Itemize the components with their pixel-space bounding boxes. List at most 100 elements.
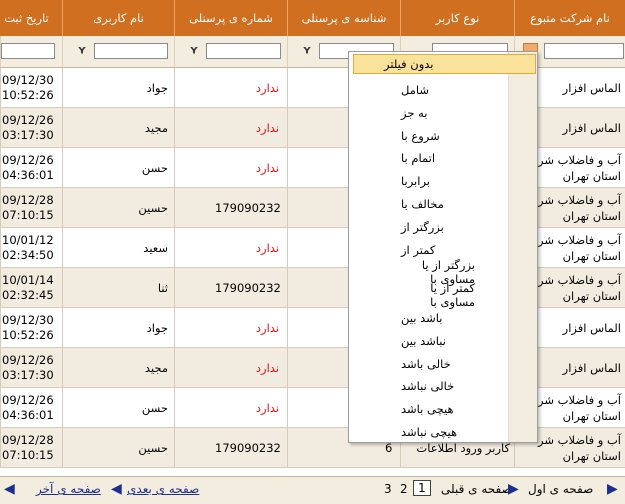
filter-funnel-icon[interactable]: Y bbox=[187, 45, 201, 58]
cell-date: 09/12/28 07:10:15 bbox=[0, 428, 62, 467]
filter-dropdown-menu: بدون فیلتر شامل به جز شروع با اتمام با برابر… bbox=[348, 51, 538, 443]
prev-page-link[interactable]: صفحه ی قبلی bbox=[441, 482, 512, 496]
menu-item[interactable]: بزرگتر از یا مساوی با bbox=[375, 258, 475, 286]
column-header-personnel-id[interactable]: شناسه ی پرسنلی bbox=[287, 0, 400, 36]
cell-date: 10/01/14 02:32:45 bbox=[0, 268, 62, 307]
first-page-link[interactable]: صفحه ی اول bbox=[528, 482, 593, 496]
menu-item-no-filter[interactable]: بدون فیلتر bbox=[353, 54, 536, 74]
cell-date-time: 04:36:01 bbox=[2, 167, 54, 182]
cell-date-time: 04:36:01 bbox=[2, 407, 54, 422]
column-header-username-label: نام کاربری bbox=[93, 11, 144, 25]
cell-company-line: آب و فاضلاب شر bbox=[538, 192, 621, 207]
cell-date: 09/12/28 07:10:15 bbox=[0, 188, 62, 227]
filter-cell-personnel-number: Y bbox=[174, 36, 287, 67]
cell-personnel-number: ندارد bbox=[174, 68, 287, 107]
cell-company-line: استان تهران bbox=[562, 288, 621, 303]
next-page-arrow-icon[interactable]: ◀ bbox=[111, 481, 122, 497]
cell-personnel-number: ندارد bbox=[174, 308, 287, 347]
cell-date-time: 07:10:15 bbox=[2, 447, 54, 462]
cell-company-line: آب و فاضلاب شر bbox=[538, 232, 621, 247]
prev-page-arrow-icon[interactable]: ▶ bbox=[508, 481, 519, 497]
column-header-company[interactable]: نام شرکت متبوع bbox=[514, 0, 625, 36]
cell-date-day: 10/01/14 bbox=[2, 272, 54, 287]
filter-input-date[interactable] bbox=[1, 43, 55, 59]
cell-company-line: آب و فاضلاب شر bbox=[538, 152, 621, 167]
cell-personnel-number: ندارد bbox=[174, 388, 287, 427]
menu-item[interactable]: خالی نباشد bbox=[375, 376, 475, 396]
cell-company-line: الماس افزار bbox=[562, 80, 621, 95]
cell-company-line: استان تهران bbox=[562, 248, 621, 263]
filter-input-username[interactable] bbox=[94, 43, 168, 59]
next-page-link[interactable]: صفحه ی بعدی bbox=[127, 482, 199, 496]
cell-date: 09/12/26 03:17:30 bbox=[0, 348, 62, 387]
filter-input-company[interactable] bbox=[544, 43, 624, 59]
cell-company-line: آب و فاضلاب شر bbox=[538, 272, 621, 287]
cell-date-time: 03:17:30 bbox=[2, 367, 54, 382]
cell-date-time: 07:10:15 bbox=[2, 207, 54, 222]
menu-item[interactable]: به جز bbox=[375, 103, 475, 123]
filter-funnel-icon[interactable]: Y bbox=[300, 45, 314, 58]
last-page-link[interactable]: صفحه ی آخر bbox=[36, 482, 101, 496]
header-row: تاریخ ثبت نام کاربری شماره ی پرسنلی شناس… bbox=[0, 0, 625, 36]
menu-item[interactable]: برابربا bbox=[375, 171, 475, 191]
cell-date: 09/12/26 03:17:30 bbox=[0, 108, 62, 147]
cell-personnel-number: ندارد bbox=[174, 108, 287, 147]
column-header-date[interactable]: تاریخ ثبت bbox=[0, 0, 62, 36]
users-grid: تاریخ ثبت نام کاربری شماره ی پرسنلی شناس… bbox=[0, 0, 625, 504]
cell-date-time: 02:34:50 bbox=[2, 247, 54, 262]
cell-date: 09/12/26 04:36:01 bbox=[0, 388, 62, 427]
page-2[interactable]: 2 bbox=[400, 482, 408, 496]
column-header-username[interactable]: نام کاربری bbox=[62, 0, 174, 36]
cell-date-time: 02:32:45 bbox=[2, 287, 54, 302]
cell-date-day: 09/12/26 bbox=[2, 152, 54, 167]
cell-username: جواد bbox=[62, 308, 174, 347]
cell-date-time: 03:17:30 bbox=[2, 127, 54, 142]
menu-item[interactable]: شروع با bbox=[375, 126, 475, 146]
filter-cell-date bbox=[0, 36, 62, 67]
column-header-user-type[interactable]: نوع کاربر bbox=[400, 0, 514, 36]
menu-item[interactable]: بزرگتر از bbox=[375, 217, 475, 237]
cell-date-day: 09/12/28 bbox=[2, 432, 54, 447]
menu-item[interactable]: مخالف با bbox=[375, 194, 475, 214]
cell-company-line: استان تهران bbox=[562, 168, 621, 183]
last-page-arrow-icon[interactable]: ◀ bbox=[4, 481, 15, 497]
cell-personnel-number: ندارد bbox=[174, 348, 287, 387]
menu-item[interactable]: نباشد بین bbox=[375, 331, 475, 351]
cell-username: جواد bbox=[62, 68, 174, 107]
menu-item[interactable]: باشد بین bbox=[375, 308, 475, 328]
cell-company-line: استان تهران bbox=[562, 448, 621, 463]
filter-input-personnel-number[interactable] bbox=[206, 43, 281, 59]
filter-cell-username: Y bbox=[62, 36, 174, 67]
column-header-company-label: نام شرکت متبوع bbox=[530, 11, 610, 25]
cell-personnel-number: 179090232 bbox=[174, 268, 287, 307]
filter-funnel-icon[interactable]: Y bbox=[75, 45, 89, 58]
cell-date-time: 10:52:26 bbox=[2, 327, 54, 342]
cell-username: مجید bbox=[62, 108, 174, 147]
cell-date-time: 10:52:26 bbox=[2, 87, 54, 102]
page-3[interactable]: 3 bbox=[384, 482, 392, 496]
column-header-personnel-number[interactable]: شماره ی پرسنلی bbox=[174, 0, 287, 36]
cell-date: 09/12/30 10:52:26 bbox=[0, 68, 62, 107]
cell-username: حسین bbox=[62, 428, 174, 467]
menu-item[interactable]: هیچی باشد bbox=[375, 399, 475, 419]
cell-date-day: 09/12/26 bbox=[2, 392, 54, 407]
cell-date: 09/12/30 10:52:26 bbox=[0, 308, 62, 347]
menu-item[interactable]: هیچی نباشد bbox=[375, 422, 475, 442]
menu-item[interactable]: شامل bbox=[375, 80, 475, 100]
cell-username: مجید bbox=[62, 348, 174, 387]
menu-item[interactable]: کمتر از bbox=[375, 240, 475, 260]
cell-personnel-number: 179090232 bbox=[174, 428, 287, 467]
menu-item[interactable]: کمتر از یا مساوی با bbox=[375, 281, 475, 309]
cell-username: ثنا bbox=[62, 268, 174, 307]
column-header-personnel-number-label: شماره ی پرسنلی bbox=[189, 11, 273, 25]
cell-username: سعید bbox=[62, 228, 174, 267]
cell-date: 09/12/26 04:36:01 bbox=[0, 148, 62, 187]
cell-date: 10/01/12 02:34:50 bbox=[0, 228, 62, 267]
page-1-current[interactable]: 1 bbox=[413, 480, 431, 496]
pager: ◀ صفحه ی آخر ◀ صفحه ی بعدی 3 2 1 صفحه ی … bbox=[0, 476, 625, 504]
menu-icon-strip bbox=[508, 52, 537, 442]
menu-item[interactable]: اتمام با bbox=[375, 148, 475, 168]
menu-item[interactable]: خالی باشد bbox=[375, 354, 475, 374]
first-page-arrow-icon[interactable]: ▶ bbox=[607, 481, 618, 497]
column-header-personnel-id-label: شناسه ی پرسنلی bbox=[301, 11, 387, 25]
